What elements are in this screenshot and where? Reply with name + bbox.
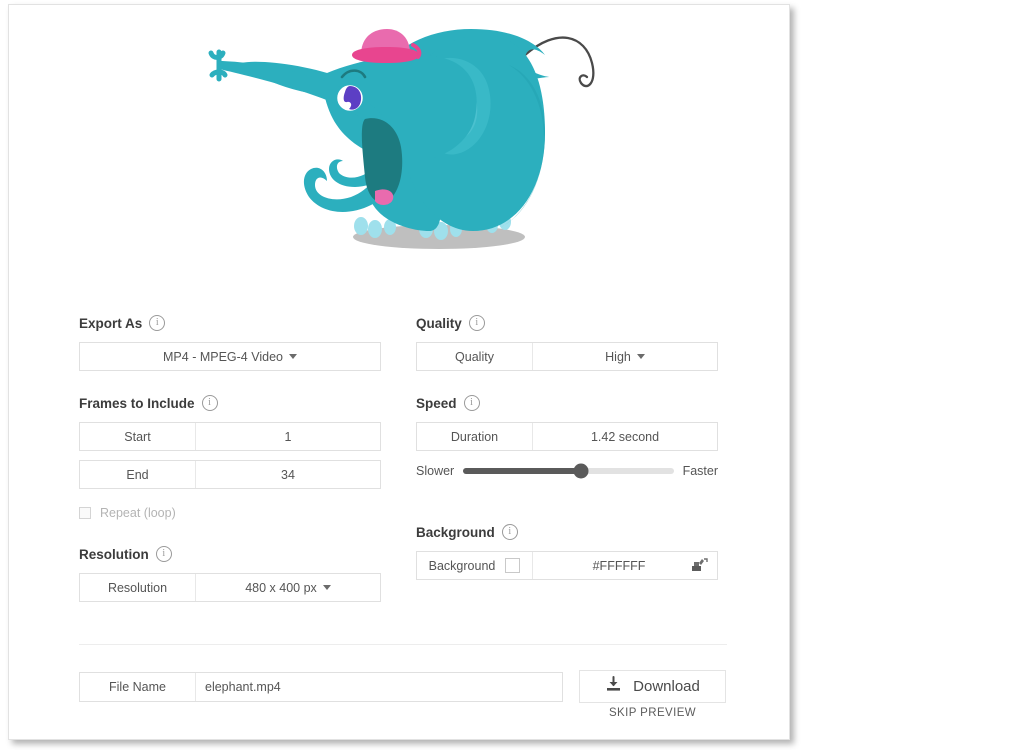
frame-start-label: Start	[80, 423, 196, 450]
export-as-section-label: Export As i	[79, 313, 389, 333]
background-color-value: #FFFFFF	[533, 552, 717, 579]
color-picker-icon[interactable]	[691, 558, 708, 573]
speed-label-text: Speed	[416, 395, 457, 411]
background-hex-input[interactable]: #FFFFFF	[533, 559, 691, 573]
elephant-illustration	[9, 5, 791, 283]
info-icon[interactable]: i	[468, 315, 485, 331]
screen: Export As i MP4 - MPEG-4 Video Frames to…	[0, 0, 1009, 750]
speed-slider[interactable]	[463, 463, 674, 479]
speed-slider-thumb[interactable]	[573, 463, 589, 479]
info-icon[interactable]: i	[155, 546, 172, 562]
quality-field-label: Quality	[417, 343, 533, 370]
background-label-text: Background	[416, 524, 495, 540]
frame-end-row: End 34	[79, 460, 381, 489]
speed-slider-fill	[463, 468, 581, 474]
chevron-down-icon	[288, 354, 297, 359]
quality-row: Quality High	[416, 342, 718, 371]
quality-label-text: Quality	[416, 315, 462, 331]
frame-start-row: Start 1	[79, 422, 381, 451]
file-name-row: File Name elephant.mp4	[79, 672, 563, 702]
duration-input[interactable]: 1.42 second	[533, 423, 717, 450]
export-dialog-panel: Export As i MP4 - MPEG-4 Video Frames to…	[8, 4, 790, 740]
download-icon	[605, 676, 622, 697]
frame-end-label: End	[80, 461, 196, 488]
speed-section-label: Speed i	[416, 393, 726, 413]
info-icon[interactable]: i	[201, 395, 218, 411]
skip-preview-link[interactable]: SKIP PREVIEW	[579, 707, 726, 719]
resolution-row: Resolution 480 x 400 px	[79, 573, 381, 602]
file-name-label: File Name	[80, 673, 196, 701]
download-button-label: Download	[633, 678, 700, 695]
info-icon[interactable]: i	[463, 395, 480, 411]
repeat-loop-checkbox[interactable]	[79, 507, 91, 519]
chevron-down-icon	[636, 354, 645, 359]
background-row: Background #FFFFFF	[416, 551, 718, 580]
background-section-label: Background i	[416, 522, 726, 542]
slider-slower-label: Slower	[416, 464, 455, 478]
export-as-value: MP4 - MPEG-4 Video	[163, 349, 283, 364]
resolution-field-label: Resolution	[80, 574, 196, 601]
chevron-down-icon	[322, 585, 331, 590]
resolution-section-label: Resolution i	[79, 544, 389, 564]
frame-start-input[interactable]: 1	[196, 423, 380, 450]
slider-faster-label: Faster	[682, 464, 718, 478]
info-icon[interactable]: i	[501, 524, 518, 540]
repeat-loop-row[interactable]: Repeat (loop)	[79, 503, 389, 523]
download-button[interactable]: Download	[579, 670, 726, 703]
bottom-divider	[79, 644, 727, 645]
info-icon[interactable]: i	[149, 315, 166, 331]
quality-select[interactable]: High	[533, 343, 717, 370]
quality-section-label: Quality i	[416, 313, 726, 333]
repeat-loop-label: Repeat (loop)	[100, 506, 176, 520]
frame-end-input[interactable]: 34	[196, 461, 380, 488]
frames-section-label: Frames to Include i	[79, 393, 389, 413]
duration-row: Duration 1.42 second	[416, 422, 718, 451]
resolution-select[interactable]: 480 x 400 px	[196, 574, 380, 601]
hat-brim	[352, 47, 419, 63]
export-as-label-text: Export As	[79, 315, 143, 331]
background-field-label-text: Background	[428, 558, 496, 573]
speed-slider-row: Slower Faster	[416, 463, 718, 479]
quality-value: High	[605, 349, 631, 364]
file-name-input[interactable]: elephant.mp4	[196, 673, 562, 701]
resolution-value: 480 x 400 px	[245, 580, 317, 595]
frames-label-text: Frames to Include	[79, 395, 195, 411]
left-column: Export As i MP4 - MPEG-4 Video Frames to…	[79, 283, 389, 602]
export-as-select[interactable]: MP4 - MPEG-4 Video	[79, 342, 381, 371]
right-column: Quality i Quality High Speed i Duration	[416, 283, 726, 580]
background-field-label: Background	[417, 552, 533, 579]
resolution-label-text: Resolution	[79, 546, 149, 562]
tongue	[375, 189, 394, 205]
duration-label: Duration	[417, 423, 533, 450]
background-color-swatch[interactable]	[505, 558, 521, 573]
